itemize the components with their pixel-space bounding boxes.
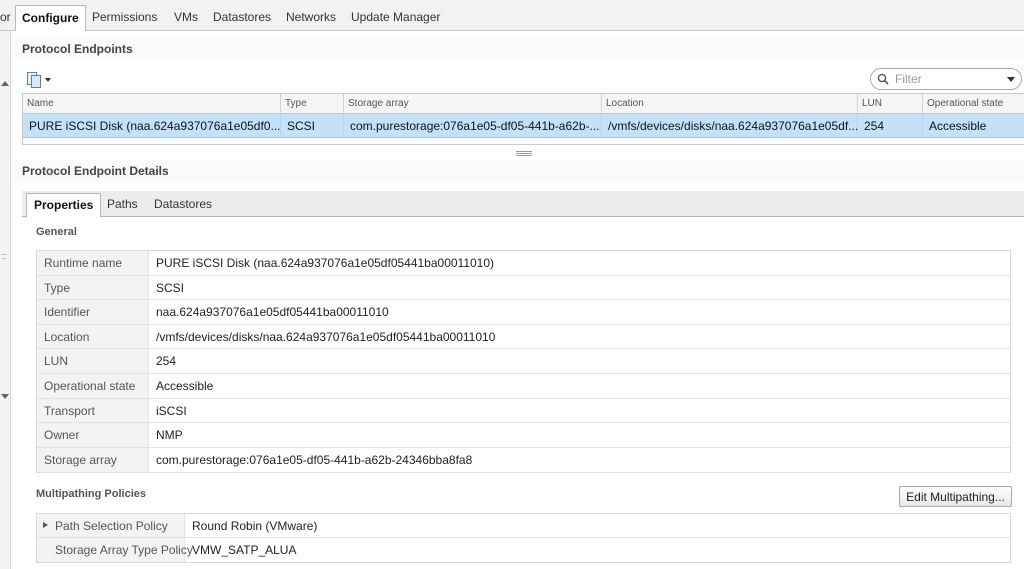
tab-datastores-detail[interactable]: Datastores bbox=[147, 193, 219, 217]
general-title: General bbox=[36, 226, 77, 238]
storage-array-type-policy-value: VMW_SATP_ALUA bbox=[192, 543, 297, 557]
property-label: Operational state bbox=[37, 373, 149, 398]
property-value: NMP bbox=[156, 428, 183, 443]
scroll-down-icon[interactable] bbox=[1, 394, 9, 399]
multipathing-label: Path Selection Policy bbox=[37, 514, 185, 537]
property-row: Operational state Accessible bbox=[37, 373, 1010, 399]
cell-type: SCSI bbox=[281, 114, 344, 138]
property-label: Runtime name bbox=[37, 251, 149, 275]
section-header-band bbox=[12, 38, 1024, 60]
property-row: Type SCSI bbox=[37, 275, 1010, 301]
property-row: Transport iSCSI bbox=[37, 398, 1010, 424]
property-label: Location bbox=[37, 324, 149, 349]
tab-paths[interactable]: Paths bbox=[100, 193, 145, 217]
property-value: /vmfs/devices/disks/naa.624a937076a1e05d… bbox=[156, 329, 496, 344]
property-row: Storage array com.purestorage:076a1e05-d… bbox=[37, 447, 1010, 473]
protocol-endpoints-table: Name Type Storage array Location LUN Ope… bbox=[22, 93, 1024, 145]
cell-name: PURE iSCSI Disk (naa.624a937076a1e05df0.… bbox=[23, 114, 281, 138]
property-row: Runtime name PURE iSCSI Disk (naa.624a93… bbox=[37, 251, 1010, 276]
expand-arrow-icon[interactable] bbox=[43, 522, 48, 528]
property-row: Owner NMP bbox=[37, 423, 1010, 448]
export-menu-button[interactable] bbox=[27, 72, 51, 88]
property-value: naa.624a937076a1e05df05441ba00011010 bbox=[156, 305, 389, 320]
protocol-endpoint-details-title: Protocol Endpoint Details bbox=[22, 164, 169, 178]
tab-vms[interactable]: VMs bbox=[168, 5, 204, 30]
tab-properties[interactable]: Properties bbox=[26, 193, 102, 218]
column-header-type[interactable]: Type bbox=[281, 94, 344, 114]
cell-operational-state: Accessible bbox=[923, 114, 1024, 138]
column-header-operational-state[interactable]: Operational state bbox=[923, 94, 1024, 114]
scroll-up-icon[interactable] bbox=[1, 81, 9, 86]
column-header-storage-array[interactable]: Storage array bbox=[344, 94, 602, 114]
property-label: Type bbox=[37, 275, 149, 300]
tab-configure[interactable]: Configure bbox=[15, 5, 86, 31]
property-row: Location /vmfs/devices/disks/naa.624a937… bbox=[37, 324, 1010, 350]
chevron-down-icon[interactable] bbox=[1007, 77, 1015, 82]
property-value: 254 bbox=[156, 354, 177, 369]
multipathing-policies-title: Multipathing Policies bbox=[36, 488, 147, 500]
multipathing-row[interactable]: Path Selection Policy Round Robin (VMwar… bbox=[37, 514, 1010, 538]
column-header-name[interactable]: Name bbox=[23, 94, 281, 114]
tab-update-manager[interactable]: Update Manager bbox=[345, 5, 446, 30]
protocol-endpoints-title: Protocol Endpoints bbox=[22, 42, 133, 56]
table-header-row: Name Type Storage array Location LUN Ope… bbox=[23, 94, 1024, 114]
top-tab-bar: or Configure Permissions VMs Datastores … bbox=[0, 0, 1024, 31]
properties-table: Runtime name PURE iSCSI Disk (naa.624a93… bbox=[36, 250, 1011, 474]
storage-array-type-policy-label: Storage Array Type Policy bbox=[37, 538, 193, 562]
column-header-location[interactable]: Location bbox=[602, 94, 858, 114]
pane-splitter-grip[interactable] bbox=[516, 153, 532, 154]
property-value: com.purestorage:076a1e05-df05-441b-a62b-… bbox=[156, 452, 473, 467]
document-copy-icon bbox=[31, 75, 41, 88]
table-row[interactable]: PURE iSCSI Disk (naa.624a937076a1e05df0.… bbox=[23, 114, 1024, 138]
filter-search[interactable] bbox=[870, 68, 1022, 90]
path-selection-policy-value: Round Robin (VMware) bbox=[192, 519, 318, 533]
filter-input[interactable] bbox=[893, 71, 1003, 87]
multipathing-row: Storage Array Type Policy VMW_SATP_ALUA bbox=[37, 538, 1010, 562]
property-label: Owner bbox=[37, 423, 149, 447]
property-value: Accessible bbox=[156, 378, 214, 393]
property-value: iSCSI bbox=[156, 403, 187, 418]
multipathing-table: Path Selection Policy Round Robin (VMwar… bbox=[36, 513, 1011, 563]
path-selection-policy-label: Path Selection Policy bbox=[55, 519, 168, 533]
tab-datastores[interactable]: Datastores bbox=[207, 5, 277, 30]
tab-networks[interactable]: Networks bbox=[280, 5, 342, 30]
column-header-lun[interactable]: LUN bbox=[858, 94, 923, 114]
cell-storage-array: com.purestorage:076a1e05-df05-441b-a62b-… bbox=[344, 114, 602, 138]
edit-multipathing-button[interactable]: Edit Multipathing... bbox=[899, 486, 1012, 507]
property-label: Storage array bbox=[37, 447, 149, 473]
tab-permissions[interactable]: Permissions bbox=[86, 5, 163, 30]
property-label: Transport bbox=[37, 398, 149, 423]
property-value: PURE iSCSI Disk (naa.624a937076a1e05df05… bbox=[156, 256, 495, 270]
detail-tab-bar: Properties Paths Datastores bbox=[22, 191, 1024, 218]
cell-lun: 254 bbox=[858, 114, 923, 138]
left-panel-rail[interactable]: :: bbox=[0, 31, 11, 569]
chevron-down-icon bbox=[45, 78, 51, 82]
property-row: Identifier naa.624a937076a1e05df05441ba0… bbox=[37, 300, 1010, 325]
cell-location: /vmfs/devices/disks/naa.624a937076a1e05d… bbox=[602, 114, 858, 138]
property-label: Identifier bbox=[37, 300, 149, 324]
property-value: SCSI bbox=[156, 280, 185, 295]
property-label: LUN bbox=[37, 349, 149, 373]
search-icon bbox=[877, 73, 889, 85]
drag-grip-icon[interactable]: :: bbox=[1, 252, 6, 261]
property-row: LUN 254 bbox=[37, 349, 1010, 374]
